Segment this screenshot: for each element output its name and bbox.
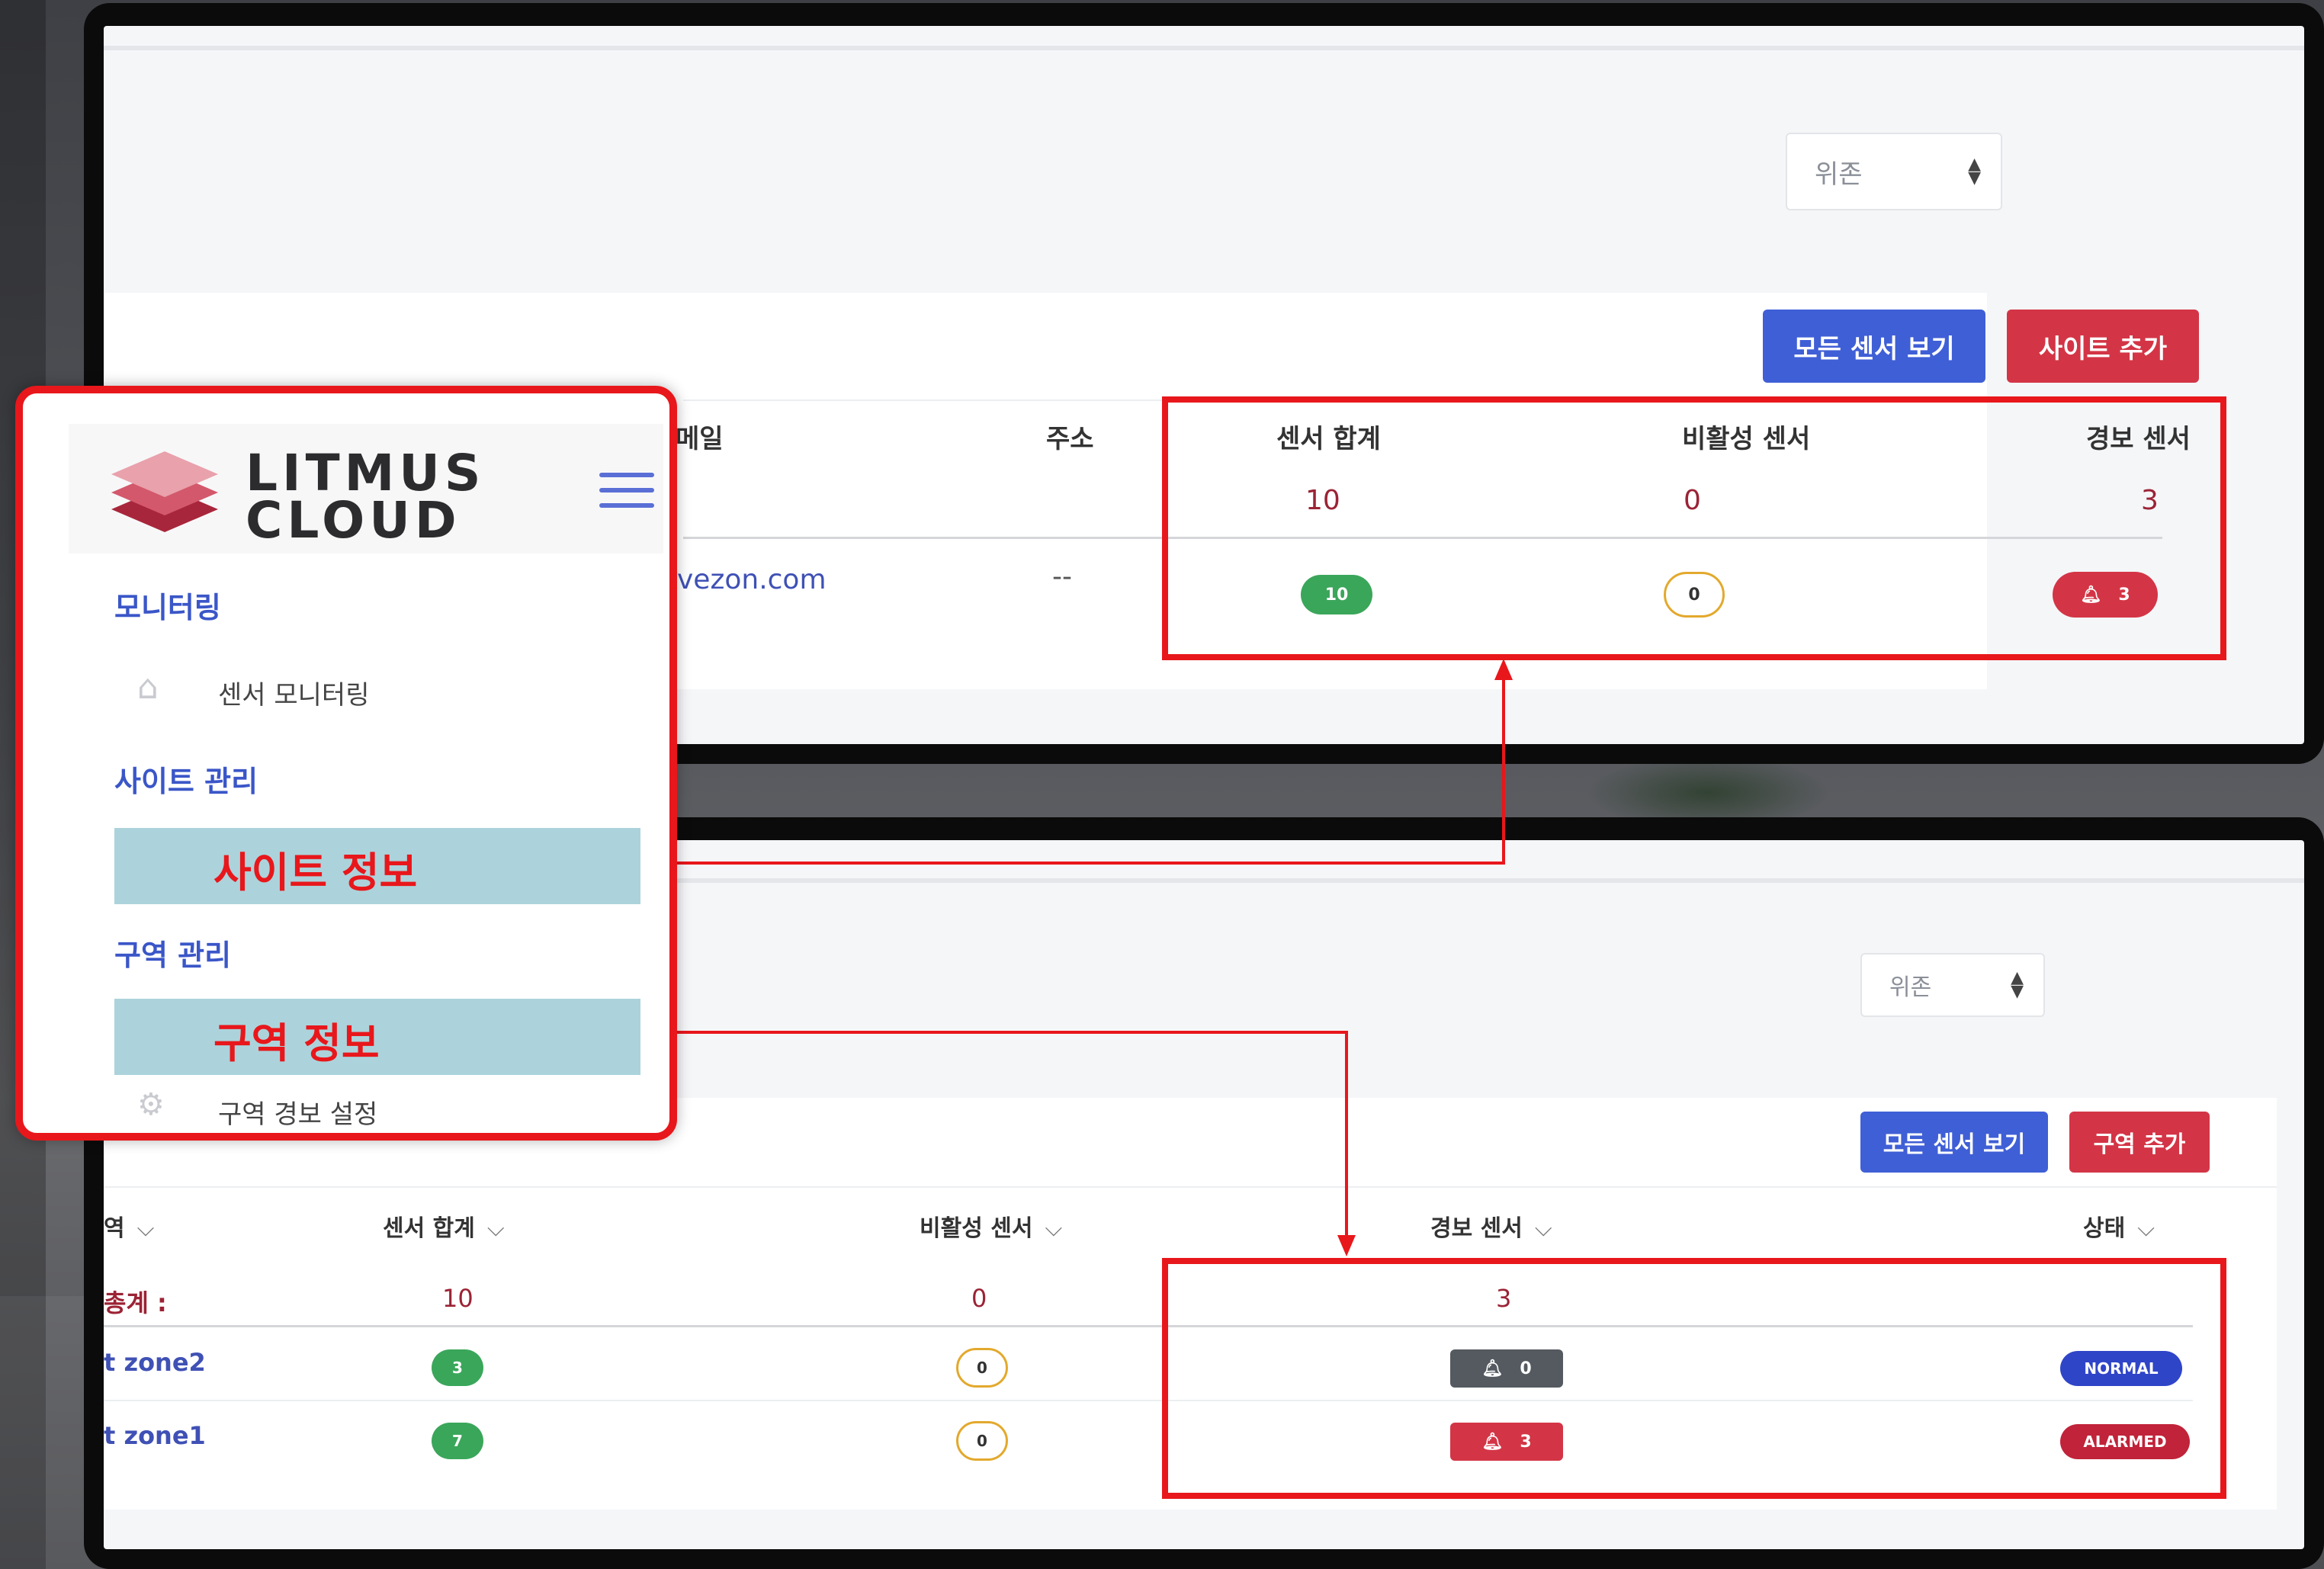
section-site-management: 사이트 관리 [114, 765, 258, 798]
table-top-divider [104, 1186, 2277, 1188]
sidebar-item-zone-info-label: 구역 정보 [213, 1019, 380, 1067]
chevron-down-icon: ⌵ [1534, 1215, 1552, 1242]
zone-filter-select[interactable]: 위존 ▲ ▼ [1860, 953, 2045, 1017]
sidebar-item-zone-alarm-settings[interactable]: 구역 경보 설정 [218, 1093, 377, 1131]
site-email-link[interactable]: vezon.com [677, 564, 827, 595]
total-inactive-sensor: 0 [971, 1284, 987, 1313]
section-monitoring: 모니터링 [114, 591, 221, 624]
logo-text-line2: CLOUD [246, 491, 461, 550]
add-zone-button[interactable]: 구역 추가 [2069, 1112, 2210, 1173]
column-header-sensor-total[interactable]: 센서 합계 ⌵ [383, 1209, 505, 1243]
chevron-down-icon: ⌵ [1045, 1215, 1063, 1242]
header-divider [104, 46, 2304, 50]
sidebar-item-site-info-label: 사이트 정보 [213, 849, 418, 897]
view-all-sensors-button[interactable]: 모든 센서 보기 [1763, 310, 1985, 383]
layers-logo-icon [111, 451, 218, 532]
gear-icon: ⚙ [137, 1087, 165, 1122]
zone-name-link[interactable]: t zone1 [104, 1421, 206, 1450]
section-zone-management: 구역 관리 [114, 939, 232, 972]
sidebar-item-site-info[interactable]: 사이트 정보 [114, 828, 640, 904]
sensor-total-badge[interactable]: 3 [432, 1349, 483, 1386]
total-sensor-total: 10 [442, 1284, 473, 1313]
sidebar-item-sensor-monitoring[interactable]: 센서 모니터링 [218, 674, 370, 711]
site-address: -- [1052, 561, 1072, 592]
column-header-email[interactable]: 메일 [676, 418, 724, 455]
column-header-inactive-sensor[interactable]: 비활성 센서 ⌵ [920, 1209, 1062, 1243]
chevron-down-icon: ⌵ [486, 1215, 505, 1242]
chevron-down-icon: ⌵ [136, 1215, 155, 1242]
column-header-status[interactable]: 상태 ⌵ [2083, 1209, 2155, 1243]
hamburger-menu-icon[interactable] [599, 473, 654, 508]
sort-arrows-icon: ▲ ▼ [1968, 155, 1981, 188]
inactive-sensor-badge[interactable]: 0 [956, 1348, 1008, 1388]
sort-arrows-icon: ▲ ▼ [2011, 968, 2024, 1001]
column-header-address[interactable]: 주소 [1046, 418, 1094, 455]
sensor-total-badge[interactable]: 7 [432, 1423, 483, 1459]
column-header-zone[interactable]: 역 ⌵ [104, 1209, 154, 1243]
view-all-sensors-button[interactable]: 모든 센서 보기 [1860, 1112, 2048, 1173]
site-filter-value: 위존 [1815, 159, 1863, 190]
zone-header-label: 역 [104, 1215, 125, 1242]
sidebar-item-zone-info[interactable]: 구역 정보 [114, 999, 640, 1075]
zone-filter-value: 위존 [1889, 974, 1932, 1001]
inactive-sensor-badge[interactable]: 0 [956, 1421, 1008, 1461]
status-header-label: 상태 [2083, 1215, 2126, 1242]
alarm-sensor-header-label: 경보 센서 [1430, 1215, 1523, 1242]
inactive-sensor-header-label: 비활성 센서 [920, 1215, 1033, 1242]
site-sensor-highlight-box [1162, 396, 2226, 660]
sidebar-menu-zoom: LITMUS CLOUD 모니터링 ⌂ 센서 모니터링 사이트 관리 사이트 정… [15, 386, 677, 1141]
sensor-total-header-label: 센서 합계 [383, 1215, 475, 1242]
chevron-down-icon: ⌵ [2137, 1215, 2155, 1242]
totals-label: 총계 : [104, 1288, 167, 1317]
zone-name-link[interactable]: t zone2 [104, 1348, 206, 1377]
site-filter-select[interactable]: 위존 ▲ ▼ [1786, 133, 2002, 210]
zone-alarm-highlight-box [1162, 1258, 2226, 1499]
logo-area: LITMUS CLOUD [69, 424, 663, 553]
column-header-alarm-sensor[interactable]: 경보 센서 ⌵ [1430, 1209, 1552, 1243]
home-icon: ⌂ [137, 668, 159, 707]
add-site-button[interactable]: 사이트 추가 [2007, 310, 2199, 383]
